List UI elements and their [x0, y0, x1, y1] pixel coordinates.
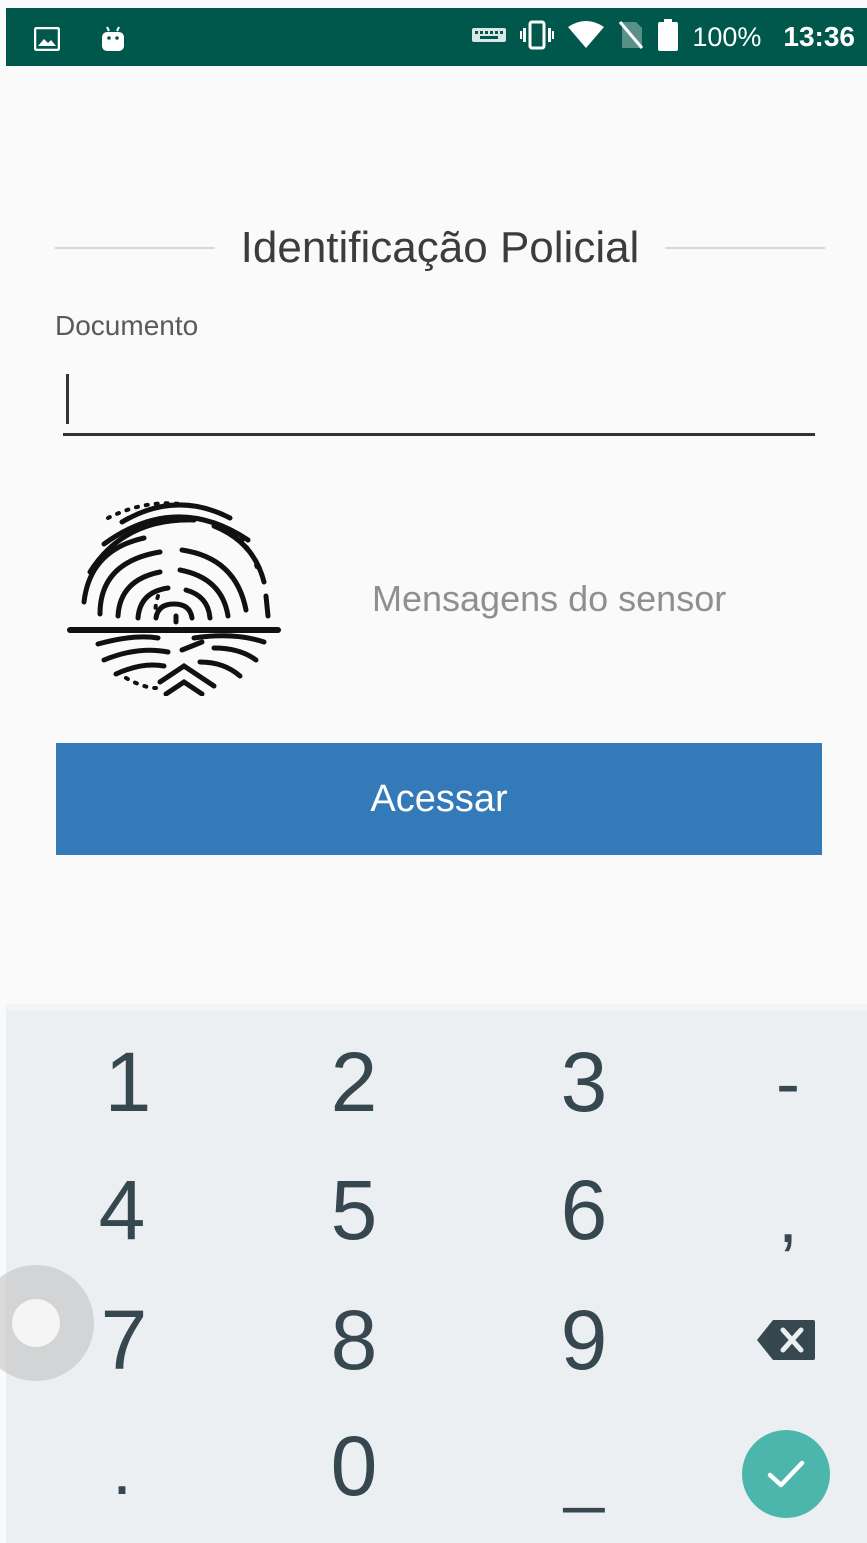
no-sim-icon	[618, 20, 644, 55]
key-5[interactable]: 5	[264, 1150, 444, 1270]
divider-right	[665, 247, 826, 249]
numeric-keypad: 1 2 3 - 4 5 6 , 7 8 9 . 0 _	[0, 1004, 867, 1543]
key-minus[interactable]: -	[698, 1024, 867, 1144]
check-icon	[767, 1460, 805, 1488]
wifi-icon	[568, 20, 605, 54]
key-7[interactable]: 7	[34, 1280, 214, 1400]
confirm-button[interactable]	[742, 1430, 830, 1518]
access-button[interactable]: Acessar	[56, 743, 822, 855]
document-input[interactable]	[63, 362, 815, 436]
key-1[interactable]: 1	[38, 1022, 218, 1142]
battery-percent: 100%	[692, 21, 762, 52]
key-3[interactable]: 3	[494, 1022, 674, 1142]
key-9[interactable]: 9	[494, 1280, 674, 1400]
android-icon	[100, 25, 126, 58]
status-bar: 100% 13:36	[6, 8, 867, 66]
keyboard-icon	[472, 26, 507, 49]
clock: 13:36	[783, 21, 855, 52]
key-0[interactable]: 0	[264, 1406, 444, 1526]
battery-icon	[658, 18, 679, 56]
backspace-icon	[757, 1320, 815, 1360]
key-dot[interactable]: .	[32, 1410, 212, 1530]
text-cursor	[66, 374, 69, 424]
document-label: Documento	[55, 310, 199, 341]
sensor-message: Mensagens do sensor	[372, 578, 727, 619]
key-4[interactable]: 4	[32, 1150, 212, 1270]
key-6[interactable]: 6	[494, 1150, 674, 1270]
title-divider: Identificação Policial	[55, 218, 826, 278]
key-underscore[interactable]: _	[494, 1414, 674, 1534]
fingerprint-icon[interactable]	[64, 492, 286, 697]
page-title: Identificação Policial	[240, 223, 640, 272]
divider-left	[55, 247, 215, 249]
key-comma[interactable]: ,	[698, 1158, 867, 1278]
vibrate-icon	[520, 20, 555, 55]
backspace-key[interactable]	[746, 1310, 826, 1370]
gallery-icon	[33, 26, 61, 56]
key-8[interactable]: 8	[264, 1280, 444, 1400]
key-2[interactable]: 2	[264, 1022, 444, 1142]
